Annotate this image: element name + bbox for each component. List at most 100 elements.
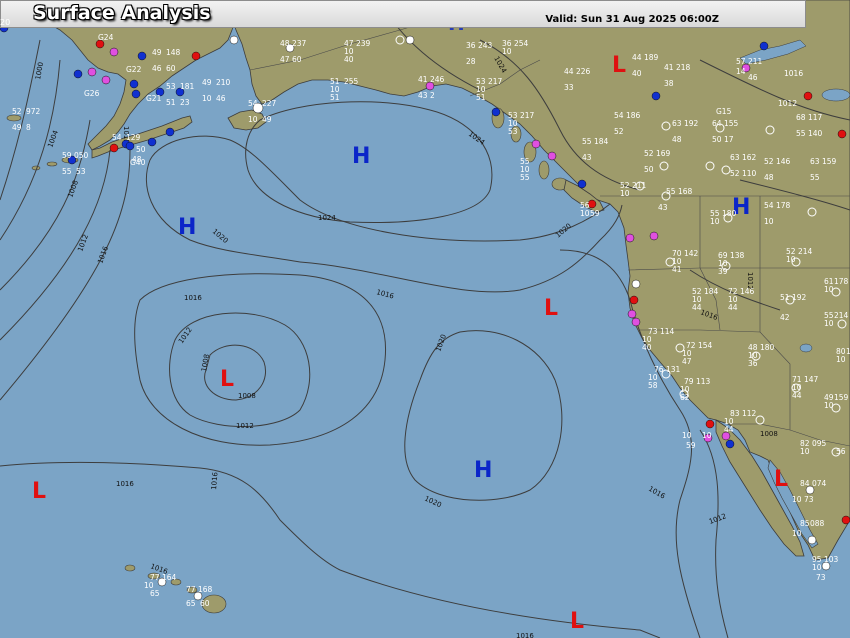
- svg-text:50: 50: [644, 165, 654, 174]
- svg-text:10: 10: [580, 209, 590, 218]
- svg-text:050: 050: [74, 151, 89, 160]
- svg-text:095: 095: [812, 439, 827, 448]
- svg-text:54: 54: [764, 201, 774, 210]
- low-pressure-center: L: [32, 479, 46, 504]
- isobar-label: 1024: [318, 214, 336, 222]
- svg-text:77: 77: [186, 585, 196, 594]
- station-id: G24: [98, 33, 114, 42]
- station-id: G15: [716, 107, 732, 116]
- svg-text:59: 59: [686, 441, 696, 450]
- svg-text:10: 10: [792, 529, 802, 538]
- station-id: G26: [84, 89, 100, 98]
- svg-text:131: 131: [666, 365, 681, 374]
- svg-text:178: 178: [834, 277, 849, 286]
- svg-text:42: 42: [780, 313, 790, 322]
- svg-text:10: 10: [800, 447, 810, 456]
- svg-text:53: 53: [76, 167, 86, 176]
- svg-text:217: 217: [520, 111, 535, 120]
- svg-text:112: 112: [742, 409, 757, 418]
- svg-text:52: 52: [730, 169, 740, 178]
- weather-map: 1024 1024 1020 1020 1016 1016 1016 1016 …: [0, 0, 850, 638]
- svg-text:44: 44: [724, 425, 734, 434]
- svg-text:8: 8: [26, 123, 31, 132]
- svg-text:65: 65: [150, 589, 160, 598]
- svg-text:48: 48: [280, 39, 290, 48]
- svg-text:2: 2: [430, 91, 435, 100]
- corner-label: 20: [0, 18, 11, 27]
- svg-text:239: 239: [356, 39, 371, 48]
- svg-text:155: 155: [724, 119, 739, 128]
- svg-text:10: 10: [710, 217, 720, 226]
- svg-text:73: 73: [816, 573, 826, 582]
- svg-text:40: 40: [642, 343, 652, 352]
- svg-text:44: 44: [564, 67, 574, 76]
- isobar-label: 1008: [238, 392, 256, 400]
- svg-text:138: 138: [730, 251, 745, 260]
- svg-text:44: 44: [692, 303, 702, 312]
- svg-text:43: 43: [418, 91, 428, 100]
- svg-text:51: 51: [780, 293, 790, 302]
- svg-text:63: 63: [810, 157, 820, 166]
- svg-text:10: 10: [682, 431, 692, 440]
- isobar-label: 1008: [760, 430, 778, 438]
- svg-text:169: 169: [656, 149, 671, 158]
- isobar-label: 1016: [516, 632, 534, 638]
- svg-text:50: 50: [136, 145, 146, 154]
- svg-text:168: 168: [198, 585, 213, 594]
- station-id: G21: [146, 94, 162, 103]
- svg-text:73: 73: [804, 495, 814, 504]
- svg-text:43: 43: [582, 153, 592, 162]
- svg-text:211: 211: [632, 181, 647, 190]
- svg-text:088: 088: [810, 519, 825, 528]
- svg-text:217: 217: [488, 77, 503, 86]
- svg-text:84: 84: [800, 479, 810, 488]
- svg-text:40: 40: [632, 69, 642, 78]
- svg-text:214: 214: [798, 247, 813, 256]
- svg-text:180: 180: [722, 209, 737, 218]
- svg-text:44: 44: [792, 391, 802, 400]
- high-pressure-center: H: [178, 215, 196, 240]
- svg-text:52: 52: [614, 127, 624, 136]
- header-bar: Surface Analysis Valid: Sun 31 Aug 2025 …: [0, 0, 806, 28]
- svg-text:60: 60: [292, 55, 302, 64]
- svg-text:54: 54: [614, 111, 624, 120]
- svg-text:110: 110: [742, 169, 757, 178]
- svg-text:48: 48: [672, 135, 682, 144]
- svg-text:10: 10: [620, 189, 630, 198]
- svg-text:1012: 1012: [778, 99, 797, 108]
- svg-text:1016: 1016: [784, 69, 803, 78]
- svg-text:41: 41: [672, 265, 682, 274]
- svg-text:178: 178: [776, 201, 791, 210]
- svg-text:211: 211: [748, 57, 763, 66]
- svg-text:46: 46: [216, 94, 226, 103]
- svg-text:113: 113: [696, 377, 711, 386]
- svg-text:55: 55: [520, 173, 530, 182]
- low-pressure-center: L: [774, 467, 788, 492]
- svg-text:41: 41: [418, 75, 428, 84]
- svg-text:17: 17: [724, 135, 734, 144]
- svg-text:51: 51: [476, 93, 486, 102]
- svg-text:10: 10: [792, 495, 802, 504]
- svg-text:129: 129: [126, 133, 141, 142]
- svg-text:164: 164: [162, 573, 177, 582]
- svg-text:54: 54: [248, 99, 258, 108]
- svg-text:210: 210: [216, 78, 231, 87]
- svg-text:159: 159: [822, 157, 837, 166]
- low-pressure-center: L: [570, 609, 584, 634]
- svg-text:162: 162: [742, 153, 757, 162]
- svg-text:159: 159: [834, 393, 849, 402]
- svg-text:148: 148: [166, 48, 181, 57]
- station-plot: 551055: [520, 157, 530, 182]
- svg-text:44: 44: [728, 303, 738, 312]
- svg-text:237: 237: [292, 39, 307, 48]
- svg-text:39: 39: [718, 267, 728, 276]
- svg-text:154: 154: [698, 341, 713, 350]
- svg-text:142: 142: [684, 249, 699, 258]
- svg-text:10: 10: [764, 217, 774, 226]
- svg-text:10: 10: [786, 255, 796, 264]
- svg-text:36: 36: [748, 359, 758, 368]
- high-pressure-center: H: [474, 458, 492, 483]
- svg-text:255: 255: [344, 77, 359, 86]
- svg-text:140: 140: [808, 129, 823, 138]
- isobar-label: 1016: [184, 294, 202, 302]
